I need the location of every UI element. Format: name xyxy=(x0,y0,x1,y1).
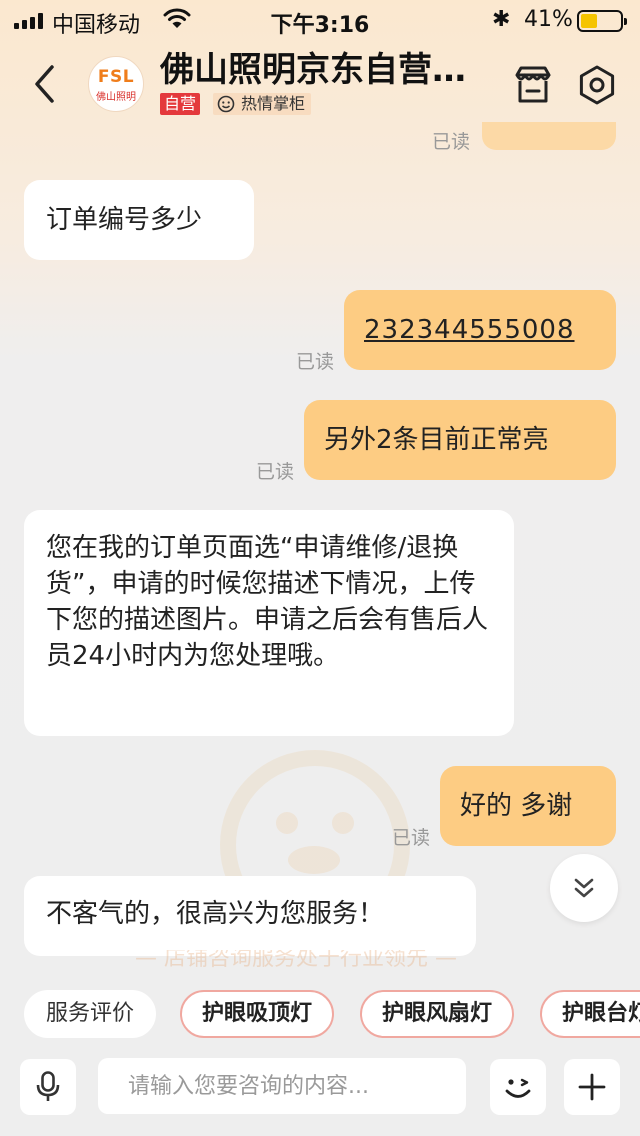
chip-desk-lamp[interactable]: 护眼台灯 xyxy=(540,990,640,1038)
chip-service-rating[interactable]: 服务评价 xyxy=(24,990,157,1038)
message-bubble[interactable]: 好的 多谢 xyxy=(440,766,616,846)
warm-keeper-tag: 热情掌柜 xyxy=(213,93,312,115)
message-bubble[interactable]: 您在我的订单页面选“申请维修/退换货”，申请的时候您描述下情况，上传下您的描述图… xyxy=(24,510,514,736)
message-bubble[interactable]: 另外2条目前正常亮 xyxy=(304,400,616,480)
read-receipt: 已读 xyxy=(256,461,295,483)
message-bubble[interactable]: 订单编号多少 xyxy=(24,180,254,260)
smiley-icon xyxy=(217,95,235,113)
bluetooth-icon: ✱ xyxy=(492,7,511,32)
read-receipt: 已读 xyxy=(432,131,471,153)
wink-face-icon xyxy=(505,1078,531,1098)
previous-message-bubble xyxy=(482,122,616,150)
plus-icon xyxy=(578,1073,606,1101)
chip-ceiling-light[interactable]: 护眼吸顶灯 xyxy=(180,990,335,1038)
battery-fill xyxy=(581,14,597,28)
status-bar: 中国移动 下午3:16 ✱ 41% xyxy=(0,0,640,40)
message-input[interactable] xyxy=(98,1058,466,1114)
more-button[interactable] xyxy=(564,1059,620,1115)
chip-fan-light[interactable]: 护眼风扇灯 xyxy=(360,990,515,1038)
message-bubble[interactable]: 232344555008 xyxy=(344,290,616,370)
logo-text: FSL xyxy=(97,67,135,87)
voice-button[interactable] xyxy=(20,1059,76,1115)
back-icon[interactable] xyxy=(32,64,58,104)
read-receipt: 已读 xyxy=(296,351,335,373)
message-bubble[interactable]: 不客气的，很高兴为您服务！ xyxy=(24,876,476,956)
shop-logo[interactable]: FSL 佛山照明 xyxy=(88,56,144,112)
store-icon[interactable] xyxy=(512,64,554,106)
double-chevron-down-icon xyxy=(574,878,594,898)
battery-percent: 41% xyxy=(524,7,573,32)
scroll-to-bottom-button[interactable] xyxy=(550,854,618,922)
shop-name[interactable]: 佛山照明京东自营… xyxy=(160,42,500,91)
read-receipt: 已读 xyxy=(392,827,431,849)
emoji-button[interactable] xyxy=(490,1059,546,1115)
service-note: — 店铺咨询服务处于行业领先 — xyxy=(135,950,457,970)
self-operated-tag: 自营 xyxy=(160,93,201,115)
logo-subtext: 佛山照明 xyxy=(96,92,136,103)
order-number-link[interactable]: 232344555008 xyxy=(364,315,575,345)
warm-keeper-label: 热情掌柜 xyxy=(241,94,306,113)
battery-icon xyxy=(577,10,627,32)
microphone-icon xyxy=(36,1071,60,1101)
settings-icon[interactable] xyxy=(576,64,618,106)
